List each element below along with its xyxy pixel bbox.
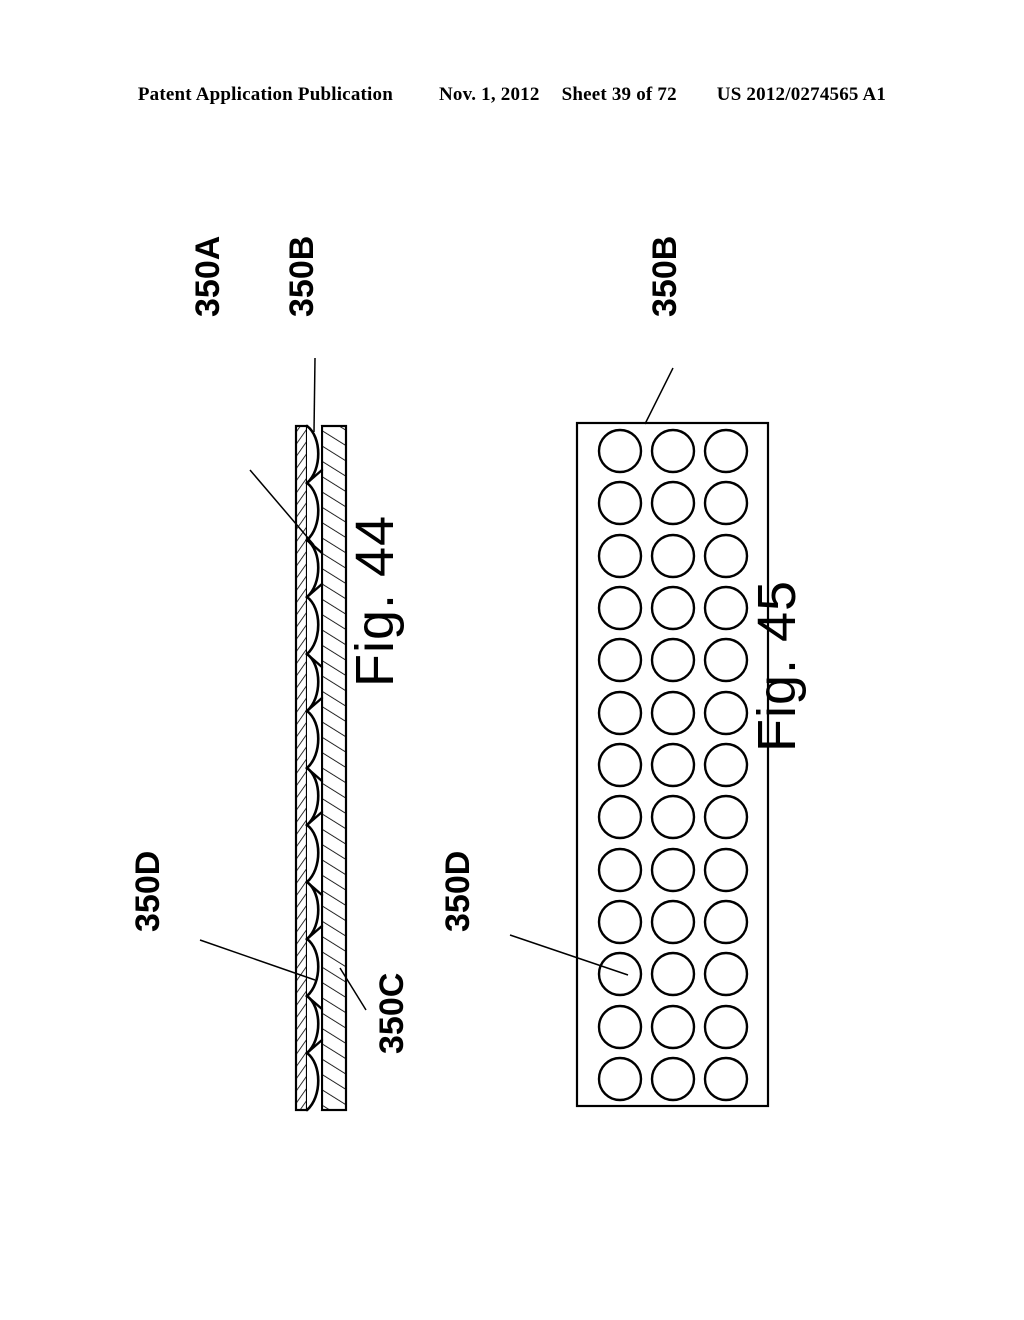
fig44-leader-350b [313,357,316,433]
fig-44-group [199,357,367,1112]
fig44-label-350b: 350B [283,235,321,317]
fig45-caption: Fig. 45 [747,579,807,752]
patent-drawing-sheet: Patent Application Publication Nov. 1, 2… [0,0,1024,1320]
figures-canvas [199,357,770,1112]
fig-45-group [509,367,770,1108]
fig45-leader-350b [644,367,674,425]
fig44-label-350a: 350A [189,235,227,317]
fig44-label-350d: 350D [129,850,167,932]
fig44-caption: Fig. 44 [345,514,405,687]
fig44-hatched-outer-layer [320,424,348,1112]
fig45-label-350d: 350D [439,850,477,932]
fig45-panel-outline [575,421,770,1108]
fig44-label-350c: 350C [373,972,411,1054]
fig45-label-350b: 350B [646,235,684,317]
